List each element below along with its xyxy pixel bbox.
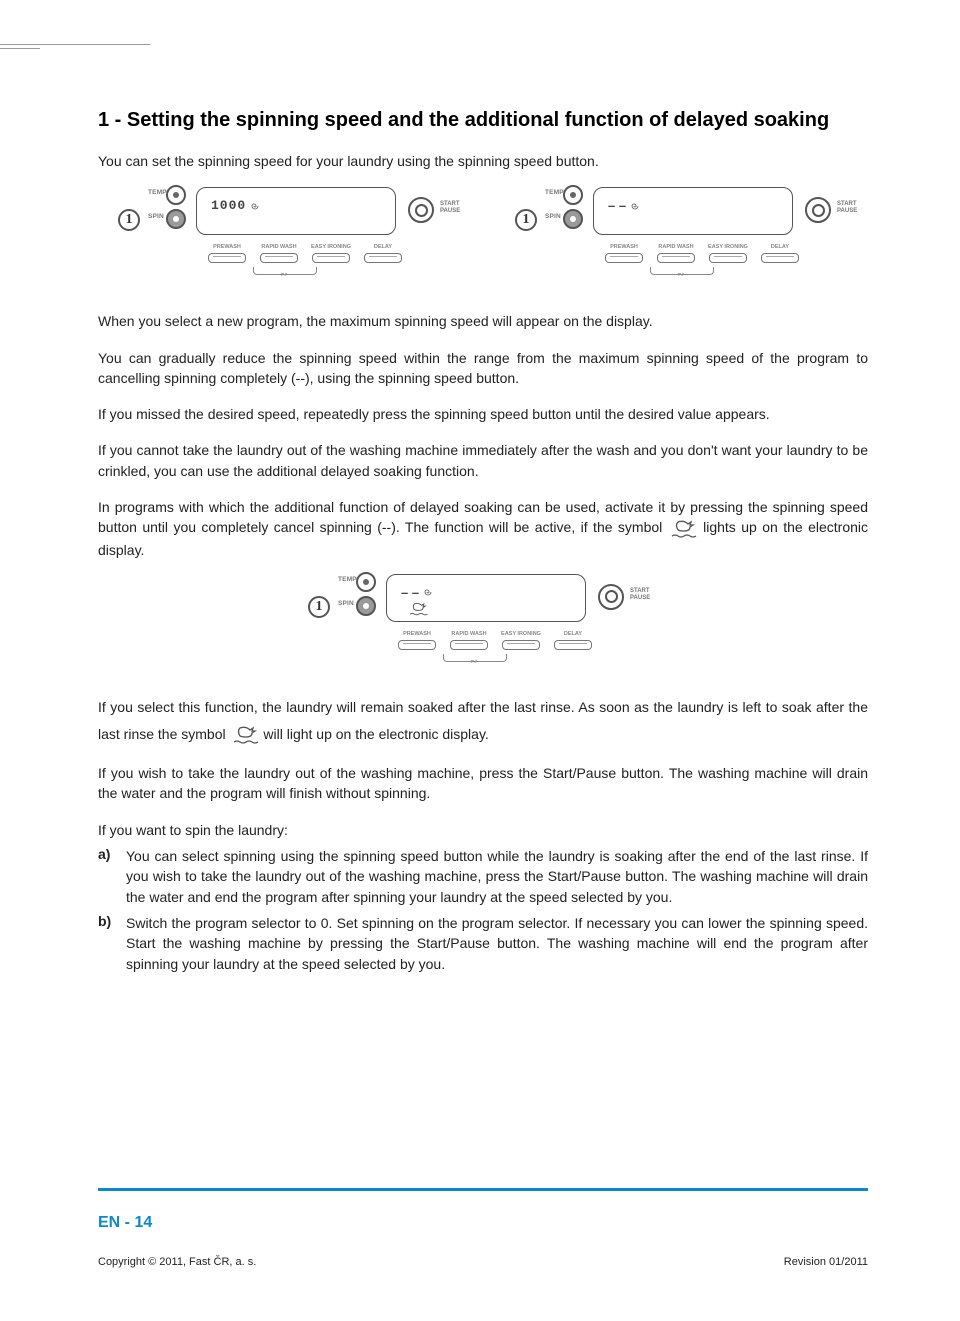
- list-text-b: Switch the program selector to 0. Set sp…: [126, 913, 868, 974]
- list-text-a: You can select spinning using the spinni…: [126, 846, 868, 907]
- prewash-button[interactable]: PREWASH: [208, 253, 246, 263]
- paragraph-crinkled: If you cannot take the laundry out of th…: [98, 440, 868, 481]
- temp-knob: [356, 572, 376, 592]
- paragraph-activate-soak: In programs with which the additional fu…: [98, 497, 868, 560]
- paragraph-soaked: If you select this function, the laundry…: [98, 694, 868, 747]
- option-buttons-row: PREWASH RAPID WASH EASY IRONING DELAY: [605, 253, 799, 263]
- link-icon: ∾: [470, 656, 478, 667]
- copyright-text: Copyright © 2011, Fast ČR, a. s.: [98, 1256, 256, 1268]
- control-panel-3: TEMP. SPIN 1 – – STARTPAUSE PREWASH RAPI…: [288, 576, 678, 676]
- intro-paragraph: You can set the spinning speed for your …: [98, 151, 868, 171]
- prewash-button[interactable]: PREWASH: [605, 253, 643, 263]
- list-item: b) Switch the program selector to 0. Set…: [98, 913, 868, 974]
- spin-label: SPIN: [338, 600, 354, 607]
- control-panel-1: TEMP. SPIN 1 1000 STARTPAUSE PREWASH RAP…: [98, 189, 471, 289]
- start-pause-button[interactable]: [408, 197, 434, 223]
- easy-ironing-button[interactable]: EASY IRONING: [312, 253, 350, 263]
- temp-label: TEMP.: [545, 189, 565, 196]
- revision-text: Revision 01/2011: [784, 1256, 868, 1268]
- display-value: – –: [608, 198, 640, 213]
- soak-icon: [668, 518, 698, 540]
- easy-ironing-button[interactable]: EASY IRONING: [709, 253, 747, 263]
- display-value: – –: [401, 585, 433, 600]
- control-panel-2: TEMP. SPIN 1 – – STARTPAUSE PREWASH RAPI…: [495, 189, 868, 289]
- start-pause-label: STARTPAUSE: [630, 588, 650, 601]
- spin-icon: [250, 201, 260, 211]
- display-screen: 1000: [196, 187, 396, 235]
- section-heading: 1 - Setting the spinning speed and the a…: [98, 108, 868, 133]
- easy-ironing-button[interactable]: EASY IRONING: [502, 640, 540, 650]
- list-marker-a: a): [98, 846, 126, 907]
- step-number-icon: 1: [118, 209, 140, 231]
- rapid-wash-button[interactable]: RAPID WASH: [450, 640, 488, 650]
- footer-rule: [98, 1188, 868, 1191]
- start-pause-label: STARTPAUSE: [837, 201, 857, 214]
- paragraph-reduce-speed: You can gradually reduce the spinning sp…: [98, 348, 868, 389]
- step-number-icon: 1: [308, 596, 330, 618]
- option-buttons-row: PREWASH RAPID WASH EASY IRONING DELAY: [208, 253, 402, 263]
- step-number-icon: 1: [515, 209, 537, 231]
- start-pause-button[interactable]: [805, 197, 831, 223]
- link-icon: ∾: [280, 269, 288, 280]
- prewash-button[interactable]: PREWASH: [398, 640, 436, 650]
- start-pause-label: STARTPAUSE: [440, 201, 460, 214]
- list-item: a) You can select spinning using the spi…: [98, 846, 868, 907]
- temp-knob: [563, 185, 583, 205]
- paragraph-select-program: When you select a new program, the maxim…: [98, 311, 868, 331]
- spin-options-list: a) You can select spinning using the spi…: [98, 846, 868, 974]
- control-panels-row: TEMP. SPIN 1 1000 STARTPAUSE PREWASH RAP…: [98, 189, 868, 289]
- display-screen: – –: [593, 187, 793, 235]
- soak-icon: [407, 601, 429, 622]
- page-number: EN - 14: [98, 1214, 152, 1232]
- temp-label: TEMP.: [338, 576, 358, 583]
- rapid-wash-button[interactable]: RAPID WASH: [657, 253, 695, 263]
- delay-button[interactable]: DELAY: [364, 253, 402, 263]
- spin-label: SPIN: [148, 213, 164, 220]
- start-pause-button[interactable]: [598, 584, 624, 610]
- spin-icon: [423, 587, 433, 597]
- spin-knob[interactable]: [563, 209, 583, 229]
- spin-label: SPIN: [545, 213, 561, 220]
- display-value: 1000: [211, 198, 260, 213]
- spin-knob[interactable]: [166, 209, 186, 229]
- list-marker-b: b): [98, 913, 126, 974]
- page-top-rule: [0, 44, 150, 45]
- option-buttons-row: PREWASH RAPID WASH EASY IRONING DELAY: [398, 640, 592, 650]
- temp-label: TEMP.: [148, 189, 168, 196]
- display-screen: – –: [386, 574, 586, 622]
- soak-icon: [230, 724, 260, 746]
- spin-knob[interactable]: [356, 596, 376, 616]
- page-top-rule-inner: [0, 48, 40, 49]
- link-icon: ∾: [677, 269, 685, 280]
- temp-knob: [166, 185, 186, 205]
- rapid-wash-button[interactable]: RAPID WASH: [260, 253, 298, 263]
- delay-button[interactable]: DELAY: [554, 640, 592, 650]
- spin-icon: [630, 201, 640, 211]
- paragraph-missed-speed: If you missed the desired speed, repeate…: [98, 404, 868, 424]
- paragraph-drain: If you wish to take the laundry out of t…: [98, 763, 868, 804]
- paragraph-want-spin: If you want to spin the laundry:: [98, 820, 868, 840]
- delay-button[interactable]: DELAY: [761, 253, 799, 263]
- page-content: 1 - Setting the spinning speed and the a…: [98, 108, 868, 980]
